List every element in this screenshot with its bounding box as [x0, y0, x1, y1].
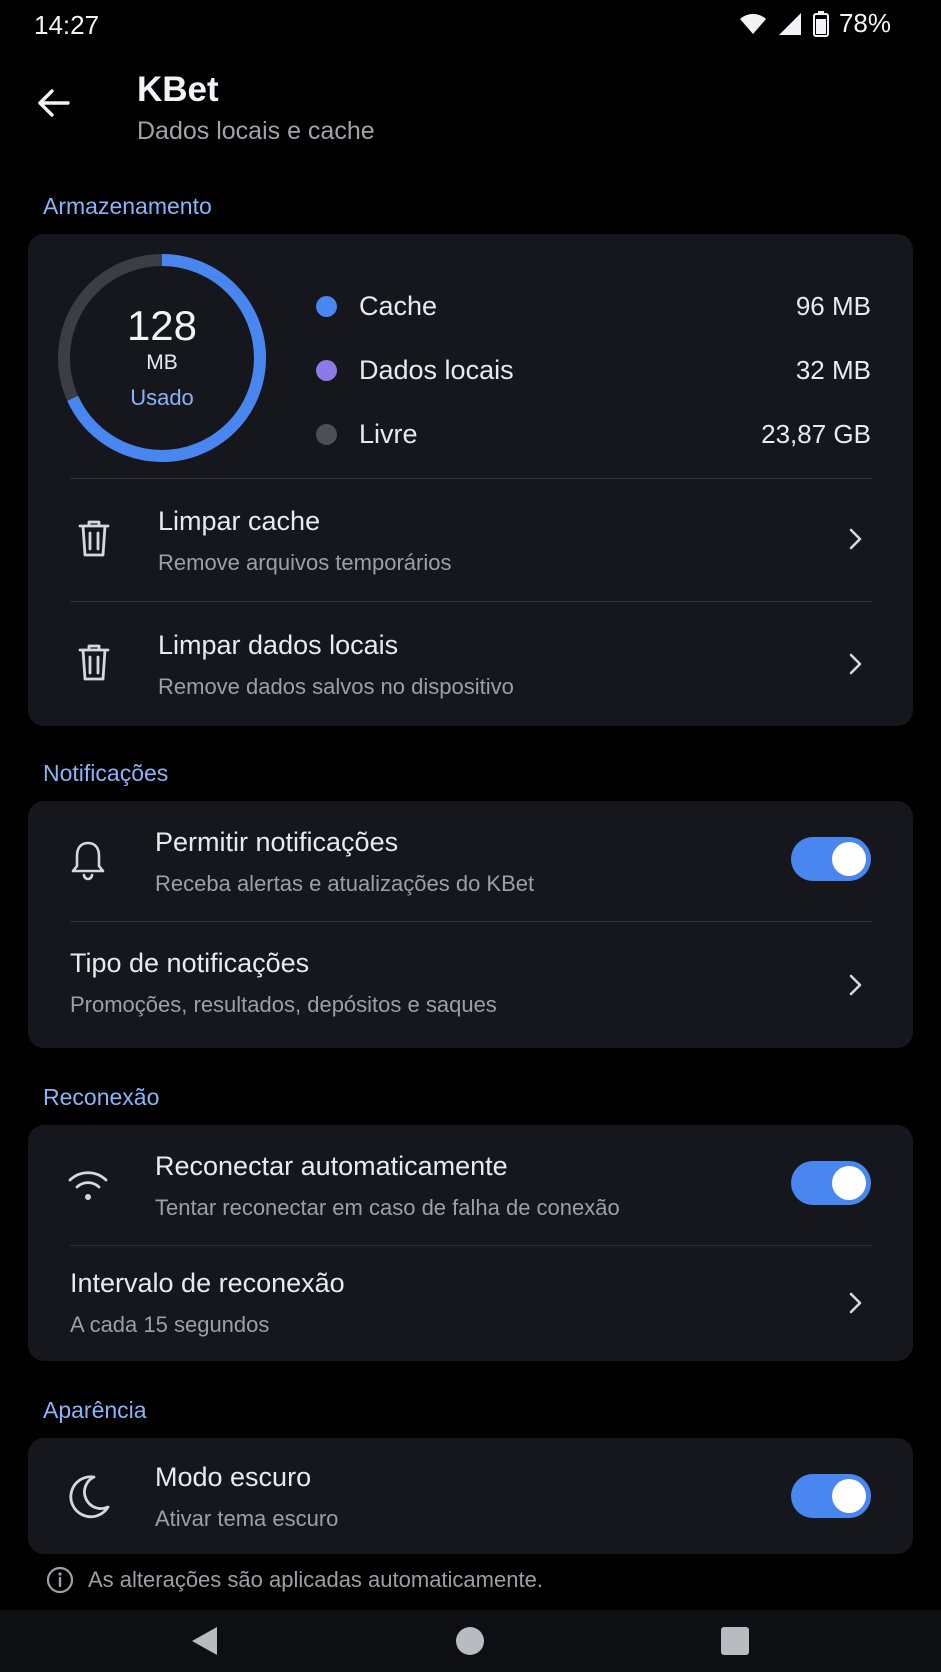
row-title: Limpar dados locais [158, 630, 399, 660]
page-subtitle: Dados locais e cache [137, 117, 375, 145]
legend-dot-cache [316, 295, 337, 317]
allow-notifications-row[interactable]: Permitir notificações Receba alertas e a… [28, 801, 913, 921]
toggle-knob [832, 1479, 866, 1513]
wifi-icon [66, 1165, 110, 1205]
bell-icon [68, 837, 108, 883]
section-title-reconnect: Reconexão [43, 1084, 160, 1110]
row-subtitle: Ativar tema escuro [155, 1506, 339, 1531]
nav-home-button[interactable] [453, 1624, 487, 1658]
status-bar: 14:27 78% [0, 0, 941, 50]
toggle-knob [832, 1166, 866, 1200]
donut-center: 128 MB Usado [52, 248, 272, 468]
row-subtitle: Receba alertas e atualizações do KBet [155, 871, 535, 896]
wifi-icon [739, 13, 766, 34]
row-title: Modo escuro [155, 1462, 312, 1492]
chevron-right-icon [849, 528, 862, 550]
row-subtitle: Remove dados salvos no dispositivo [158, 674, 514, 699]
used-label: Usado [130, 385, 194, 410]
trash-icon [74, 639, 114, 685]
trash-icon [74, 515, 114, 561]
row-subtitle: A cada 15 segundos [70, 1312, 270, 1337]
status-icons: 78% [739, 8, 891, 39]
row-title: Permitir notificações [155, 827, 399, 857]
legend-value: 32 MB [795, 354, 871, 385]
row-subtitle: Tentar reconectar em caso de falha de co… [155, 1195, 620, 1220]
storage-card: 128 MB Usado Cache 96 MB Dados locais 32… [28, 234, 913, 726]
footer-note-text: As alterações são aplicadas automaticame… [88, 1567, 543, 1592]
row-title: Tipo de notificações [70, 948, 310, 978]
allow-notifications-toggle[interactable] [791, 837, 871, 881]
battery-percent: 78% [838, 8, 891, 38]
nav-back-button[interactable] [187, 1624, 221, 1658]
reconnect-interval-button[interactable]: Intervalo de reconexão A cada 15 segundo… [28, 1246, 913, 1361]
legend-dot-local-data [316, 359, 337, 381]
signal-icon [778, 12, 801, 35]
status-time: 14:27 [34, 10, 100, 40]
row-title: Intervalo de reconexão [70, 1268, 345, 1298]
square-recents-icon [721, 1627, 749, 1655]
clear-cache-button[interactable]: Limpar cache Remove arquivos temporários [28, 479, 913, 599]
back-button[interactable] [30, 80, 76, 126]
reconnect-card: Reconectar automaticamente Tentar recone… [28, 1125, 913, 1361]
legend-label: Dados locais [359, 354, 514, 385]
legend-label: Cache [359, 290, 438, 321]
legend-value: 96 MB [795, 290, 871, 321]
storage-legend: Cache 96 MB Dados locais 32 MB Livre 23,… [314, 274, 871, 466]
toggle-knob [832, 842, 866, 876]
section-title-appearance: Aparência [43, 1397, 147, 1423]
auto-reconnect-toggle[interactable] [791, 1161, 871, 1205]
row-title: Limpar cache [158, 506, 321, 536]
dark-mode-toggle[interactable] [791, 1474, 871, 1518]
legend-value: 23,87 GB [761, 418, 871, 449]
legend-item-free: Livre 23,87 GB [314, 402, 871, 466]
legend-item-cache: Cache 96 MB [314, 274, 871, 338]
row-title: Reconectar automaticamente [155, 1151, 508, 1181]
footer-note: As alterações são aplicadas automaticame… [46, 1566, 543, 1594]
moon-icon [68, 1472, 112, 1520]
chevron-right-icon [849, 653, 862, 675]
legend-label: Livre [359, 418, 418, 449]
notification-types-button[interactable]: Tipo de notificações Promoções, resultad… [28, 922, 913, 1048]
row-subtitle: Promoções, resultados, depósitos e saque… [70, 992, 497, 1017]
system-nav-bar [0, 1610, 941, 1672]
page-title: KBet [137, 70, 219, 109]
auto-reconnect-row[interactable]: Reconectar automaticamente Tentar recone… [28, 1125, 913, 1245]
info-icon [46, 1566, 74, 1594]
row-subtitle: Remove arquivos temporários [158, 550, 452, 575]
circle-home-icon [456, 1627, 484, 1655]
app-bar: KBet Dados locais e cache [0, 60, 941, 160]
legend-item-local-data: Dados locais 32 MB [314, 338, 871, 402]
chevron-right-icon [849, 974, 862, 996]
appearance-card: Modo escuro Ativar tema escuro [28, 1438, 913, 1554]
dark-mode-row[interactable]: Modo escuro Ativar tema escuro [28, 1438, 913, 1554]
chevron-right-icon [849, 1292, 862, 1314]
legend-dot-free [316, 423, 337, 445]
section-title-notifications: Notificações [43, 760, 169, 786]
used-value: 128 [126, 302, 198, 349]
section-title-storage: Armazenamento [43, 193, 212, 219]
triangle-back-icon [192, 1627, 217, 1655]
used-unit: MB [146, 351, 178, 374]
battery-icon [812, 10, 829, 37]
arrow-left-icon [38, 89, 70, 117]
nav-recents-button[interactable] [718, 1624, 752, 1658]
clear-local-data-button[interactable]: Limpar dados locais Remove dados salvos … [28, 602, 913, 724]
notifications-card: Permitir notificações Receba alertas e a… [28, 801, 913, 1048]
